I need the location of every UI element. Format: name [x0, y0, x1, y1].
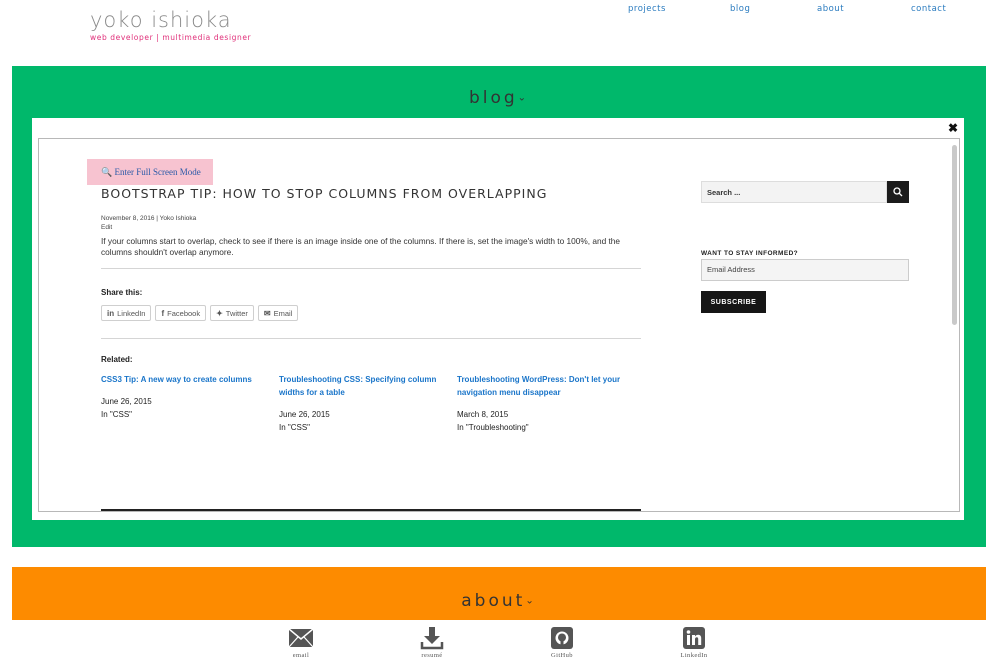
share-twitter-label: Twitter: [225, 308, 248, 318]
search-input[interactable]: Search ...: [701, 181, 887, 203]
related-post-link[interactable]: Troubleshooting WordPress: Don't let you…: [457, 373, 627, 399]
envelope-icon: [288, 626, 314, 650]
related-label: Related:: [101, 355, 133, 364]
post-frame: 🔍 Enter Full Screen Mode BOOTSTRAP TIP: …: [38, 138, 960, 512]
blog-section-title: blog: [468, 88, 518, 108]
related-post-date: March 8, 2015: [457, 410, 509, 419]
about-section-title: about: [461, 591, 526, 611]
related-post-category: In "Troubleshooting": [457, 423, 529, 432]
footer-github-label: GitHub: [551, 652, 573, 659]
search-icon: [893, 187, 903, 197]
content-bottom-rule: [101, 509, 641, 511]
close-icon[interactable]: ✖: [948, 121, 958, 135]
divider: [101, 338, 641, 339]
subscribe-button[interactable]: SUBSCRIBE: [701, 291, 766, 313]
fullscreen-label: Enter Full Screen Mode: [114, 167, 201, 177]
footer-github-link[interactable]: GitHub: [532, 626, 592, 659]
share-twitter-button[interactable]: ✦ Twitter: [210, 305, 254, 321]
post-body: If your columns start to overlap, check …: [101, 236, 621, 257]
share-facebook-button[interactable]: f Facebook: [155, 305, 207, 321]
linkedin-icon: in: [107, 308, 115, 318]
fullscreen-button[interactable]: 🔍 Enter Full Screen Mode: [87, 159, 213, 185]
facebook-icon: f: [161, 308, 165, 318]
share-email-label: Email: [273, 308, 293, 318]
lightbox-modal: ✖ 🔍 Enter Full Screen Mode BOOTSTRAP TIP…: [32, 118, 964, 520]
related-post-link[interactable]: CSS3 Tip: A new way to create columns: [101, 373, 271, 386]
footer-email-link[interactable]: email: [271, 626, 331, 659]
chevron-down-icon: ⌄: [517, 92, 530, 104]
share-label: Share this:: [101, 288, 143, 297]
footer-resume-label: resumé: [421, 652, 443, 659]
newsletter-label: WANT TO STAY INFORMED?: [701, 250, 799, 257]
email-field[interactable]: Email Address: [701, 259, 909, 281]
share-email-button[interactable]: ✉ Email: [257, 305, 299, 321]
footer-email-label: email: [292, 652, 310, 659]
logo-tagline: web developer | multimedia designer: [90, 33, 252, 42]
post-edit-link[interactable]: Edit: [101, 224, 112, 231]
nav-link-blog[interactable]: blog: [730, 4, 750, 14]
download-icon: [419, 626, 445, 650]
share-linkedin-label: LinkedIn: [117, 308, 146, 318]
footer-linkedin-label: LinkedIn: [680, 652, 708, 659]
magnifier-icon: 🔍: [101, 167, 113, 177]
nav-link-contact[interactable]: contact: [911, 4, 946, 14]
search-button[interactable]: [887, 181, 909, 203]
related-post: Troubleshooting WordPress: Don't let you…: [457, 373, 627, 434]
related-post-date: June 26, 2015: [279, 410, 330, 419]
blog-section-heading[interactable]: blog⌄: [12, 88, 986, 108]
about-section-heading[interactable]: about⌄: [12, 591, 986, 611]
email-icon: ✉: [263, 308, 271, 318]
twitter-icon: ✦: [216, 308, 223, 318]
site-logo[interactable]: yoko ishioka web developer | multimedia …: [90, 8, 251, 42]
share-linkedin-button[interactable]: in LinkedIn: [101, 305, 152, 321]
top-nav: projects blog about contact: [600, 4, 980, 16]
github-icon: [549, 626, 575, 650]
related-post: CSS3 Tip: A new way to create columns Ju…: [101, 373, 271, 421]
related-post-category: In "CSS": [101, 410, 133, 419]
related-post-link[interactable]: Troubleshooting CSS: Specifying column w…: [279, 373, 449, 399]
post-title: BOOTSTRAP TIP: HOW TO STOP COLUMNS FROM …: [101, 186, 548, 201]
nav-link-projects[interactable]: projects: [628, 4, 666, 14]
nav-link-about[interactable]: about: [817, 4, 844, 14]
chevron-down-icon: ⌄: [525, 595, 537, 607]
divider: [101, 268, 641, 269]
frame-scrollbar[interactable]: [952, 145, 957, 325]
related-post-category: In "CSS": [279, 423, 311, 432]
share-buttons: in LinkedIn f Facebook ✦ Twitter ✉ Email: [101, 305, 299, 321]
logo-name: yoko ishioka: [90, 8, 232, 32]
related-post-date: June 26, 2015: [101, 397, 152, 406]
related-post: Troubleshooting CSS: Specifying column w…: [279, 373, 449, 434]
share-facebook-label: Facebook: [167, 308, 201, 318]
footer-linkedin-link[interactable]: LinkedIn: [664, 626, 724, 659]
post-meta: November 8, 2016 | Yoko Ishioka: [101, 215, 197, 222]
footer-resume-link[interactable]: resumé: [402, 626, 462, 659]
linkedin-icon: [681, 626, 707, 650]
about-section: about⌄: [12, 567, 986, 620]
